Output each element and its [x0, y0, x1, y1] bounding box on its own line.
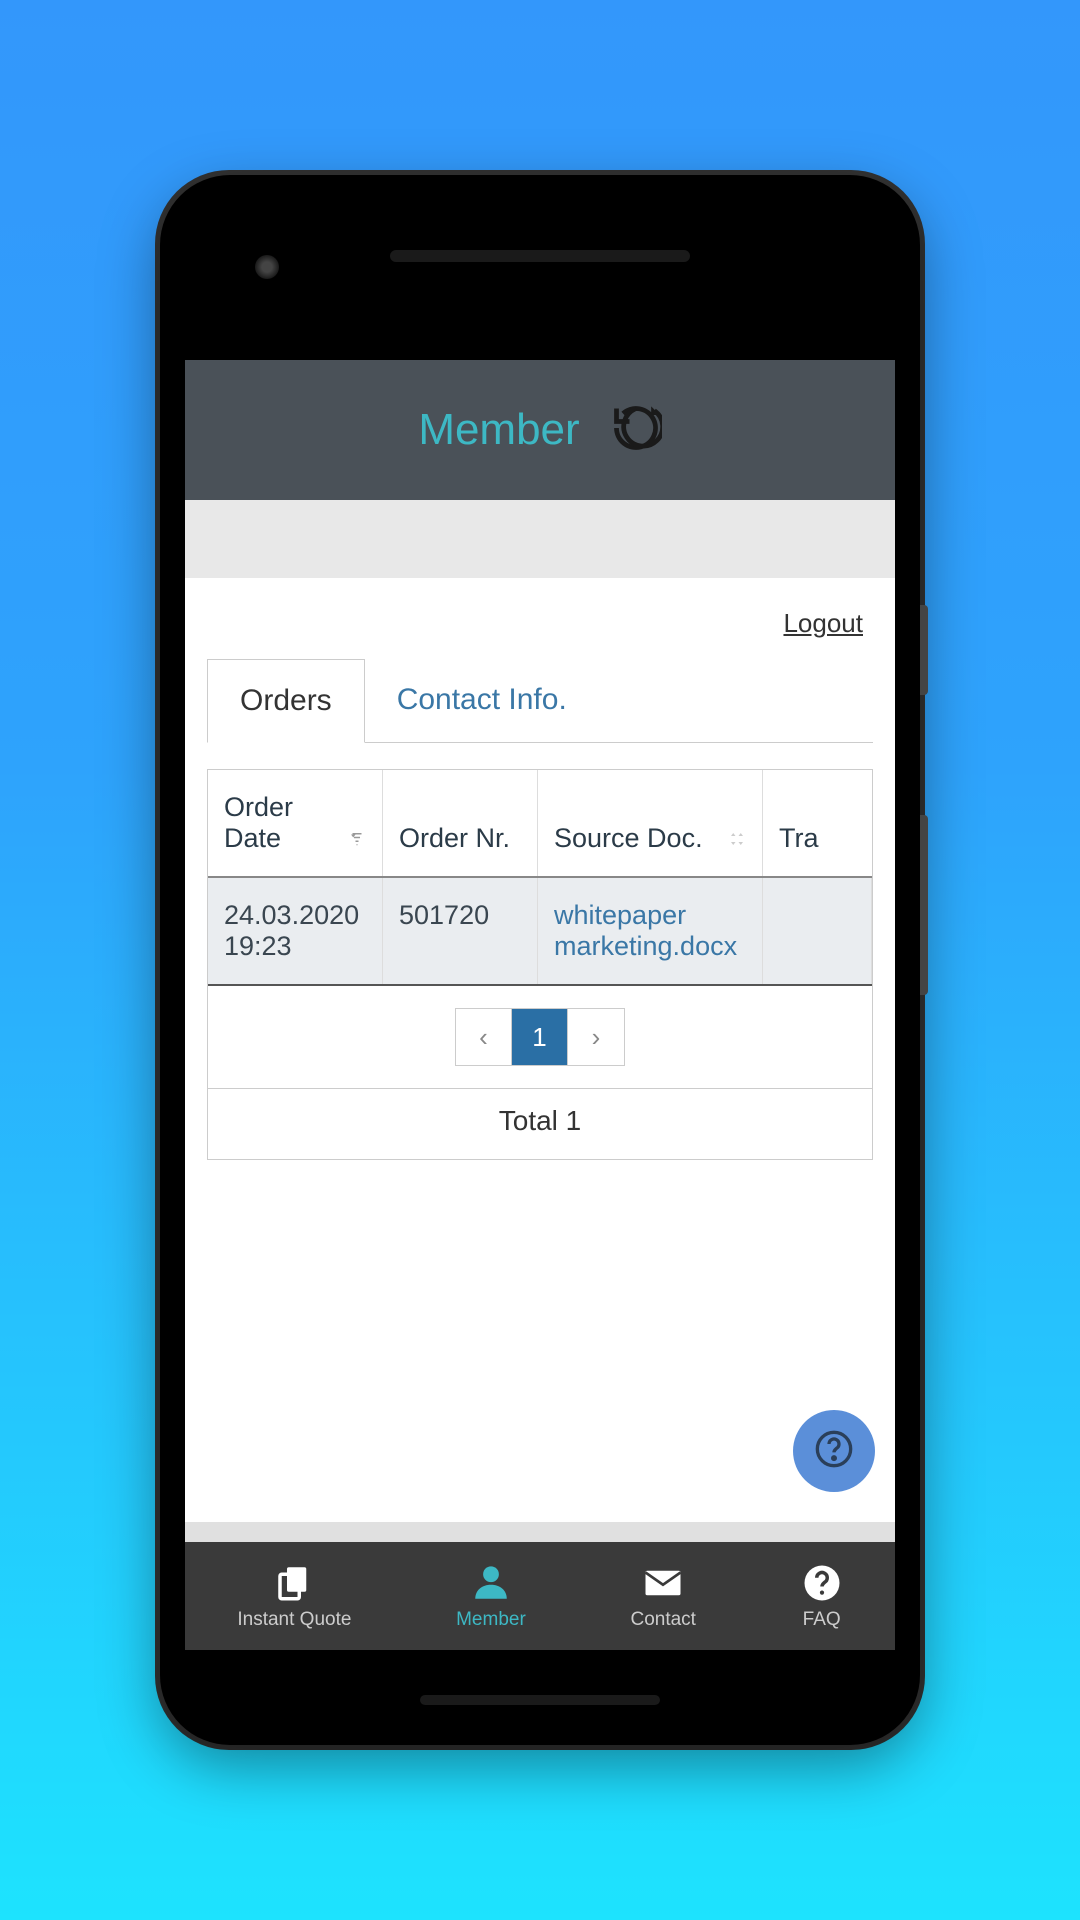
tab-orders[interactable]: Orders	[207, 659, 365, 743]
col-order-nr[interactable]: Order Nr.	[383, 770, 538, 876]
header: Member	[185, 360, 895, 500]
cell-order-date: 24.03.2020 19:23	[208, 878, 383, 984]
total-count: Total 1	[208, 1089, 872, 1159]
help-icon	[814, 1429, 854, 1474]
col-order-date[interactable]: Order Date	[208, 770, 383, 876]
nav-instant-quote[interactable]: Instant Quote	[237, 1562, 351, 1631]
col-source-doc[interactable]: Source Doc.	[538, 770, 763, 876]
phone-frame: Member Logout Orders Contact Info.	[160, 175, 920, 1745]
question-icon	[801, 1562, 843, 1604]
cell-tra	[763, 878, 872, 984]
phone-speaker	[420, 1695, 660, 1705]
page-prev-button[interactable]: ‹	[456, 1009, 512, 1065]
page-title: Member	[418, 405, 579, 455]
col-label: Order Nr.	[399, 823, 510, 854]
cell-order-nr: 501720	[383, 878, 538, 984]
spacer-bar	[185, 500, 895, 578]
nav-faq[interactable]: FAQ	[801, 1562, 843, 1631]
tabs: Orders Contact Info.	[207, 659, 873, 743]
phone-side-button	[920, 605, 928, 695]
spacer-bar	[185, 1522, 895, 1542]
table-header-row: Order Date Order Nr. Source Doc.	[208, 770, 872, 878]
col-tra[interactable]: Tra	[763, 770, 872, 876]
content-area: Logout Orders Contact Info. Order Date O…	[185, 578, 895, 1522]
sort-icon	[728, 830, 746, 854]
table-row[interactable]: 24.03.2020 19:23 501720 whitepaper marke…	[208, 878, 872, 986]
copy-icon	[273, 1562, 315, 1604]
chevron-left-icon: ‹	[479, 1022, 488, 1053]
sort-desc-icon	[348, 830, 366, 854]
logout-wrap: Logout	[207, 578, 873, 659]
nav-member[interactable]: Member	[456, 1562, 526, 1631]
pagination: ‹ 1 ›	[455, 1008, 625, 1066]
screen: Member Logout Orders Contact Info.	[185, 360, 895, 1650]
col-label: Order Date	[224, 792, 340, 854]
nav-label: Instant Quote	[237, 1609, 351, 1631]
phone-speaker	[390, 250, 690, 262]
col-label: Source Doc.	[554, 823, 703, 854]
col-label: Tra	[779, 823, 819, 854]
cell-source-doc[interactable]: whitepaper marketing.docx	[538, 878, 763, 984]
page-next-button[interactable]: ›	[568, 1009, 624, 1065]
logout-link[interactable]: Logout	[783, 608, 863, 638]
nav-label: Member	[456, 1609, 526, 1631]
nav-label: Contact	[630, 1609, 695, 1631]
refresh-icon[interactable]	[610, 402, 662, 459]
nav-contact[interactable]: Contact	[630, 1562, 695, 1631]
phone-camera	[255, 255, 279, 279]
user-icon	[470, 1562, 512, 1604]
tab-contact-info[interactable]: Contact Info.	[365, 659, 599, 742]
chevron-right-icon: ›	[592, 1022, 601, 1053]
phone-side-button	[920, 815, 928, 995]
mail-icon	[642, 1562, 684, 1604]
pagination-wrap: ‹ 1 ›	[208, 986, 872, 1089]
nav-label: FAQ	[803, 1609, 841, 1631]
help-button[interactable]	[793, 1410, 875, 1492]
page-number-button[interactable]: 1	[512, 1009, 568, 1065]
bottom-nav: Instant Quote Member Contact FAQ	[185, 1542, 895, 1650]
orders-table: Order Date Order Nr. Source Doc.	[207, 769, 873, 1160]
